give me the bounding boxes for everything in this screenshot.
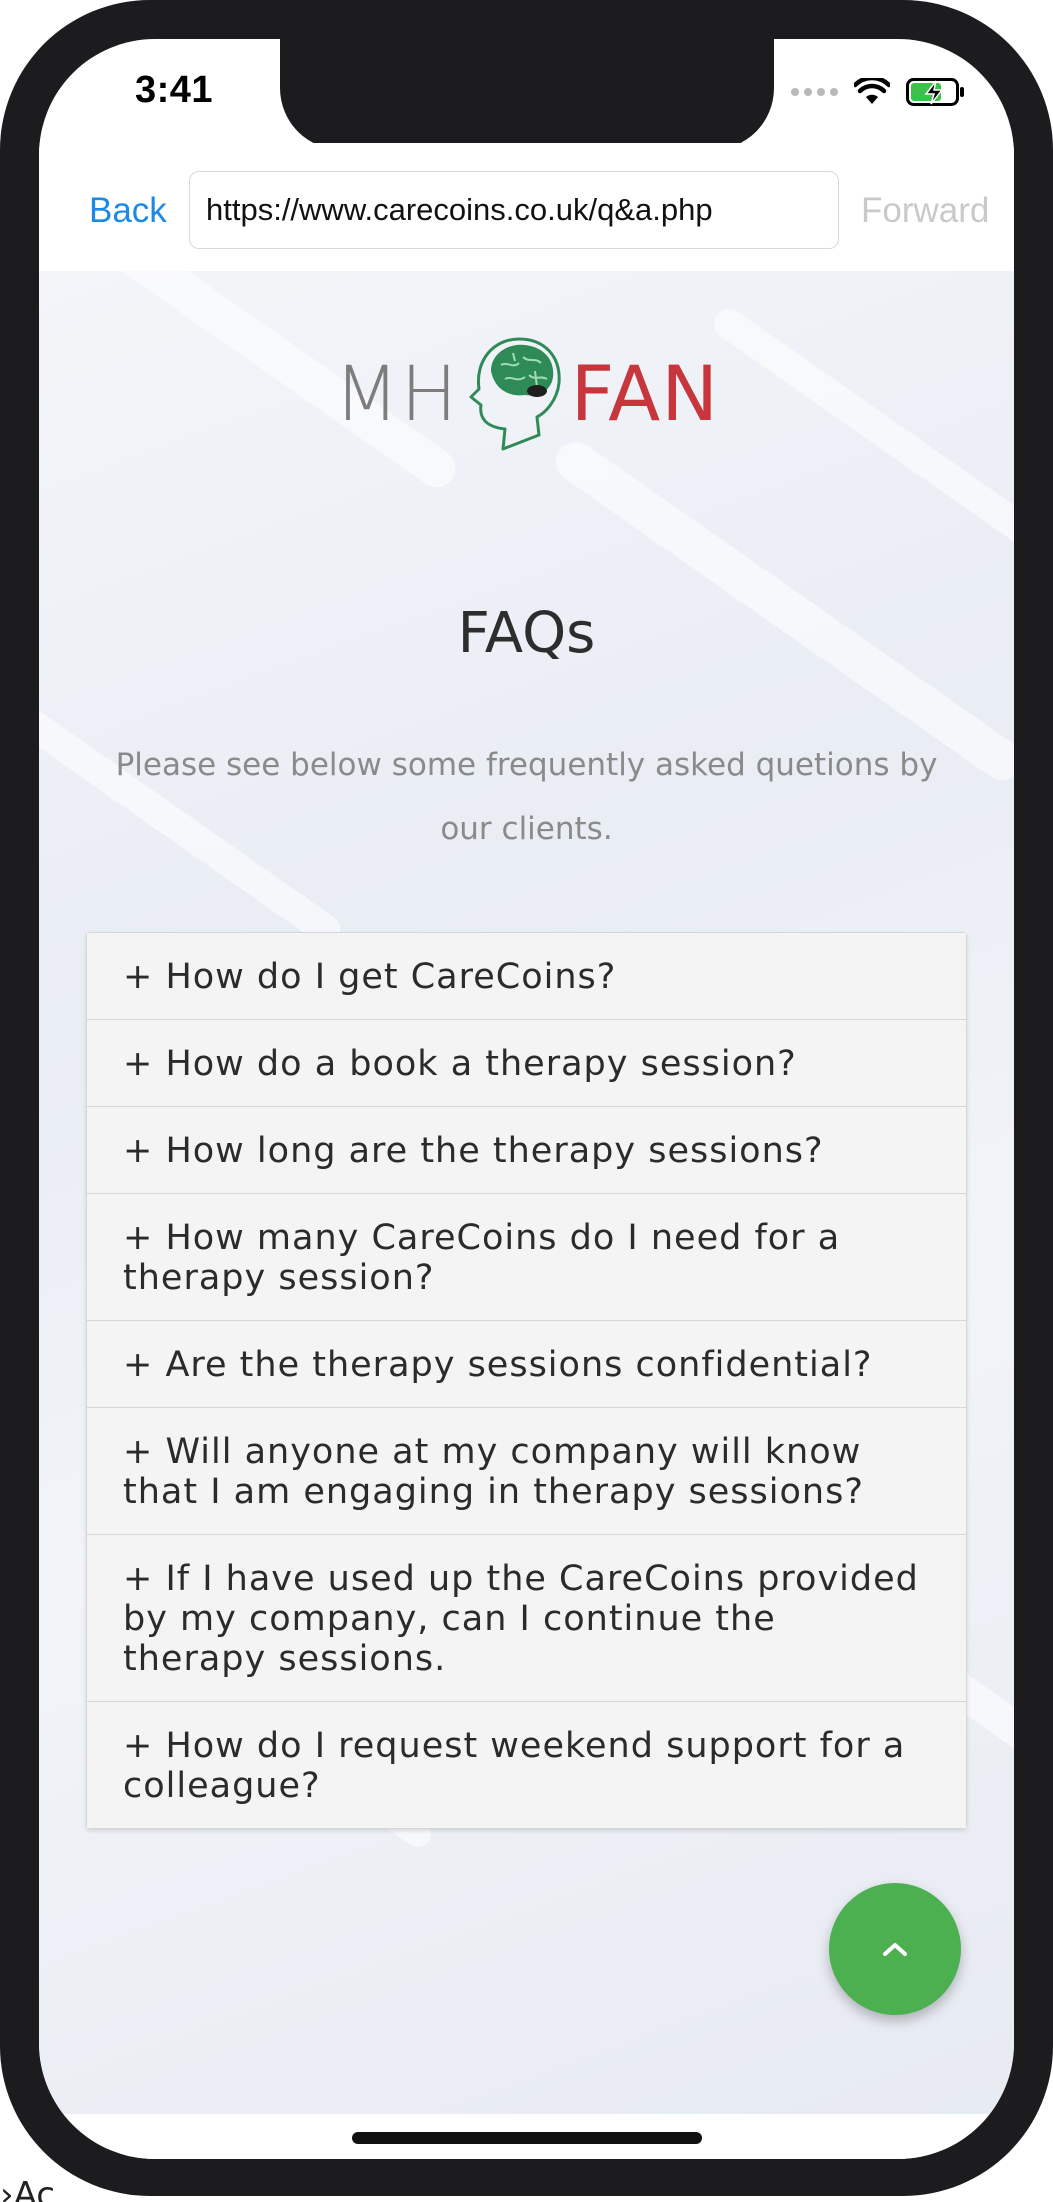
cellular-signal-icon [791, 88, 838, 96]
faq-accordion: + How do I get CareCoins? + How do a boo… [86, 932, 967, 1829]
phone-stage: 3:41 Back https://www.carecoins.co.uk/q&… [0, 0, 1053, 2202]
faq-item[interactable]: + Are the therapy sessions confidential? [87, 1321, 966, 1408]
back-button[interactable]: Back [89, 191, 167, 231]
forward-button[interactable]: Forward [861, 191, 989, 231]
url-field[interactable]: https://www.carecoins.co.uk/q&a.php [189, 171, 839, 249]
phone-notch [280, 39, 774, 150]
faq-item[interactable]: + How do a book a therapy session? [87, 1020, 966, 1107]
site-logo[interactable]: MH FAN [39, 331, 1014, 461]
faq-item[interactable]: + How many CareCoins do I need for a the… [87, 1194, 966, 1321]
brain-head-icon [469, 337, 561, 451]
page-title: FAQs [457, 601, 596, 666]
faq-item[interactable]: + How do I request weekend support for a… [87, 1702, 966, 1828]
faq-item[interactable]: + If I have used up the CareCoins provid… [87, 1535, 966, 1702]
battery-charging-icon [906, 78, 964, 106]
faq-item[interactable]: + How long are the therapy sessions? [87, 1107, 966, 1194]
faq-item[interactable]: + How do I get CareCoins? [87, 933, 966, 1020]
browser-toolbar: Back https://www.carecoins.co.uk/q&a.php… [39, 143, 1014, 272]
status-icons [791, 77, 966, 107]
chevron-up-icon [883, 1943, 907, 1956]
home-indicator[interactable] [352, 2132, 702, 2144]
scroll-to-top-button[interactable] [829, 1883, 961, 2015]
phone-screen: 3:41 Back https://www.carecoins.co.uk/q&… [39, 39, 1014, 2159]
faq-item[interactable]: + Will anyone at my company will know th… [87, 1408, 966, 1535]
web-content[interactable]: MH FAN FAQs Please see below some freque… [39, 271, 1014, 2114]
wifi-icon [854, 78, 890, 104]
logo-text-fan: FAN [570, 348, 720, 438]
intro-text: Please see below some frequently asked q… [115, 747, 938, 847]
logo-text-mh: MH [333, 348, 459, 438]
stray-text: ›Ac [0, 2175, 55, 2202]
status-time: 3:41 [135, 69, 214, 111]
